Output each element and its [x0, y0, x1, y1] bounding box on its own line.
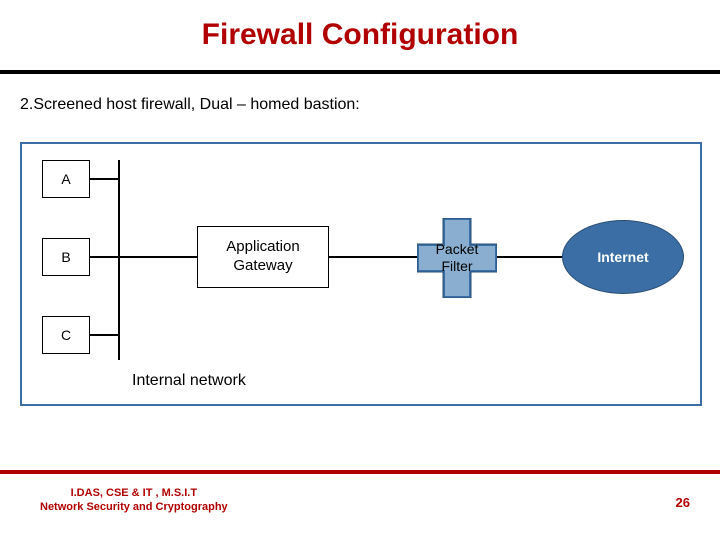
- footer-divider: [0, 470, 720, 474]
- footer-credits: I.DAS, CSE & IT , M.S.I.T Network Securi…: [40, 486, 228, 515]
- slide-title: Firewall Configuration: [0, 18, 720, 52]
- slide-subtitle: 2.Screened host firewall, Dual – homed b…: [20, 96, 360, 114]
- page-number: 26: [676, 495, 690, 510]
- host-c-label: C: [61, 327, 71, 343]
- network-bus: [118, 160, 120, 360]
- host-c-stub: [90, 334, 118, 336]
- host-b-box: B: [42, 238, 90, 276]
- filter-to-internet-line: [497, 256, 567, 258]
- host-c-box: C: [42, 316, 90, 354]
- diagram-frame: A B C Application Gateway Packet Filter …: [20, 142, 702, 406]
- gateway-to-filter-line: [329, 256, 425, 258]
- footer-line1: I.DAS, CSE & IT , M.S.I.T: [40, 486, 228, 500]
- packet-filter-box: Packet Filter: [417, 218, 497, 298]
- host-a-stub: [90, 178, 118, 180]
- internet-node: Internet: [562, 220, 684, 294]
- host-b-label: B: [61, 249, 70, 265]
- host-a-box: A: [42, 160, 90, 198]
- title-underline: [0, 70, 720, 74]
- host-b-stub: [90, 256, 118, 258]
- internet-label: Internet: [597, 249, 648, 265]
- application-gateway-box: Application Gateway: [197, 226, 329, 288]
- internal-network-label: Internal network: [132, 372, 246, 390]
- footer-line2: Network Security and Cryptography: [40, 500, 228, 514]
- bus-to-gateway-line: [120, 256, 197, 258]
- packet-filter-label: Packet Filter: [436, 241, 479, 275]
- host-a-label: A: [61, 171, 70, 187]
- application-gateway-label: Application Gateway: [226, 238, 299, 276]
